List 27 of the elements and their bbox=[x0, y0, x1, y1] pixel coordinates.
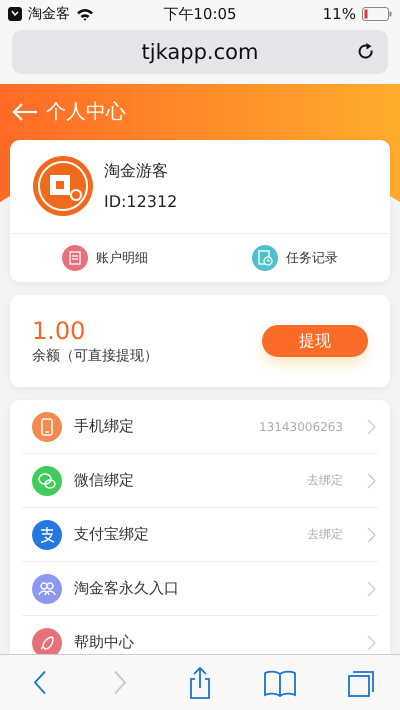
battery-icon bbox=[362, 7, 392, 21]
address-bar[interactable]: tjkapp.com bbox=[12, 30, 388, 74]
menu-item[interactable]: 淘金客永久入口 bbox=[22, 562, 378, 616]
app-icon bbox=[8, 7, 22, 21]
battery-percent: 11% bbox=[322, 5, 356, 23]
status-time: 下午10:05 bbox=[163, 4, 237, 24]
profile-action[interactable]: 任务记录 bbox=[252, 245, 338, 271]
balance-amount: 1.00 bbox=[32, 317, 86, 345]
chevron-icon bbox=[367, 634, 376, 650]
carrier-name: 淘金客 bbox=[28, 5, 70, 23]
back-arrow-icon[interactable] bbox=[12, 102, 38, 120]
user-name: 淘金游客 bbox=[104, 161, 169, 182]
chevron-icon bbox=[367, 472, 376, 488]
profile-action[interactable]: 账户明细 bbox=[62, 245, 148, 271]
wifi-icon bbox=[76, 8, 94, 20]
page-title: 个人中心 bbox=[46, 98, 126, 125]
user-id: ID:12312 bbox=[104, 192, 178, 211]
menu-item[interactable]: 微信绑定 去绑定 bbox=[22, 454, 378, 508]
menu-item[interactable]: 手机绑定 13143006263 bbox=[22, 400, 378, 454]
chevron-icon bbox=[367, 526, 376, 542]
chevron-icon bbox=[367, 418, 376, 434]
chevron-icon bbox=[367, 580, 376, 596]
avatar-logo bbox=[32, 155, 94, 217]
balance-label: 余额（可直接提现） bbox=[32, 347, 158, 365]
chevron-left-icon bbox=[33, 670, 47, 695]
menu-item[interactable]: 支付宝绑定 去绑定 bbox=[22, 508, 378, 562]
chevron-right-icon bbox=[113, 670, 127, 695]
